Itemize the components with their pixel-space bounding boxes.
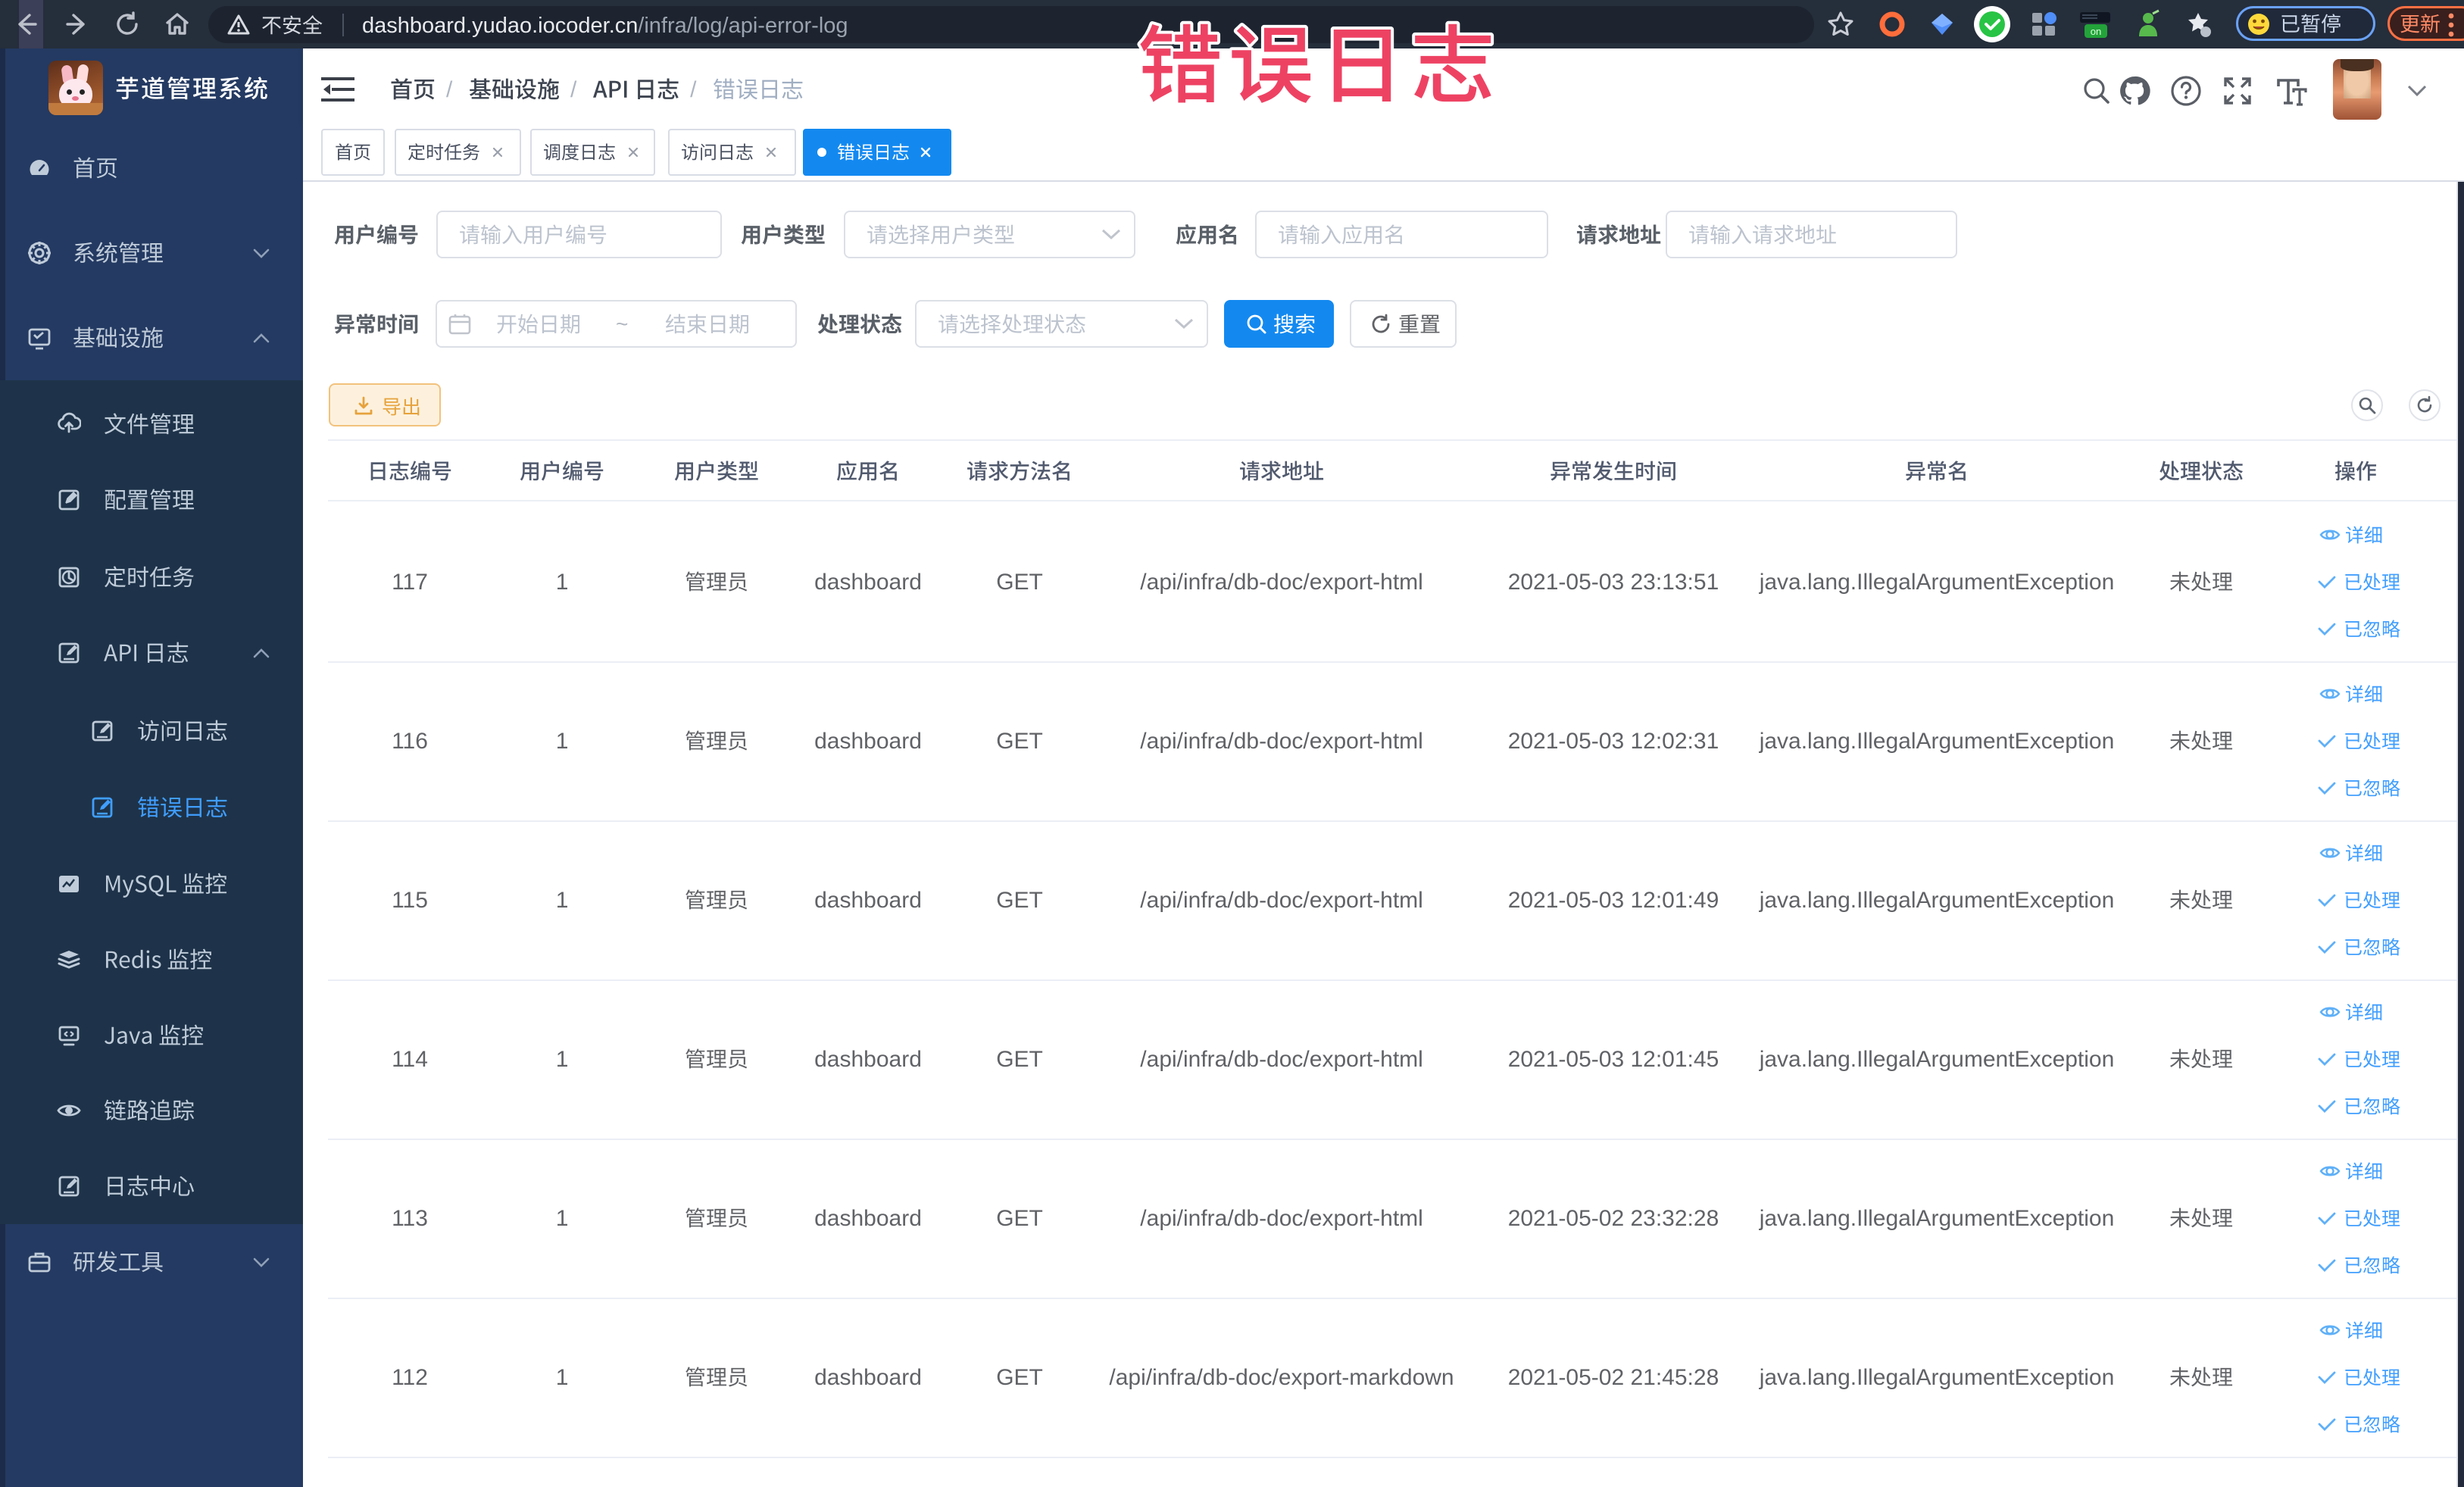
svg-text:on: on — [2091, 26, 2101, 37]
